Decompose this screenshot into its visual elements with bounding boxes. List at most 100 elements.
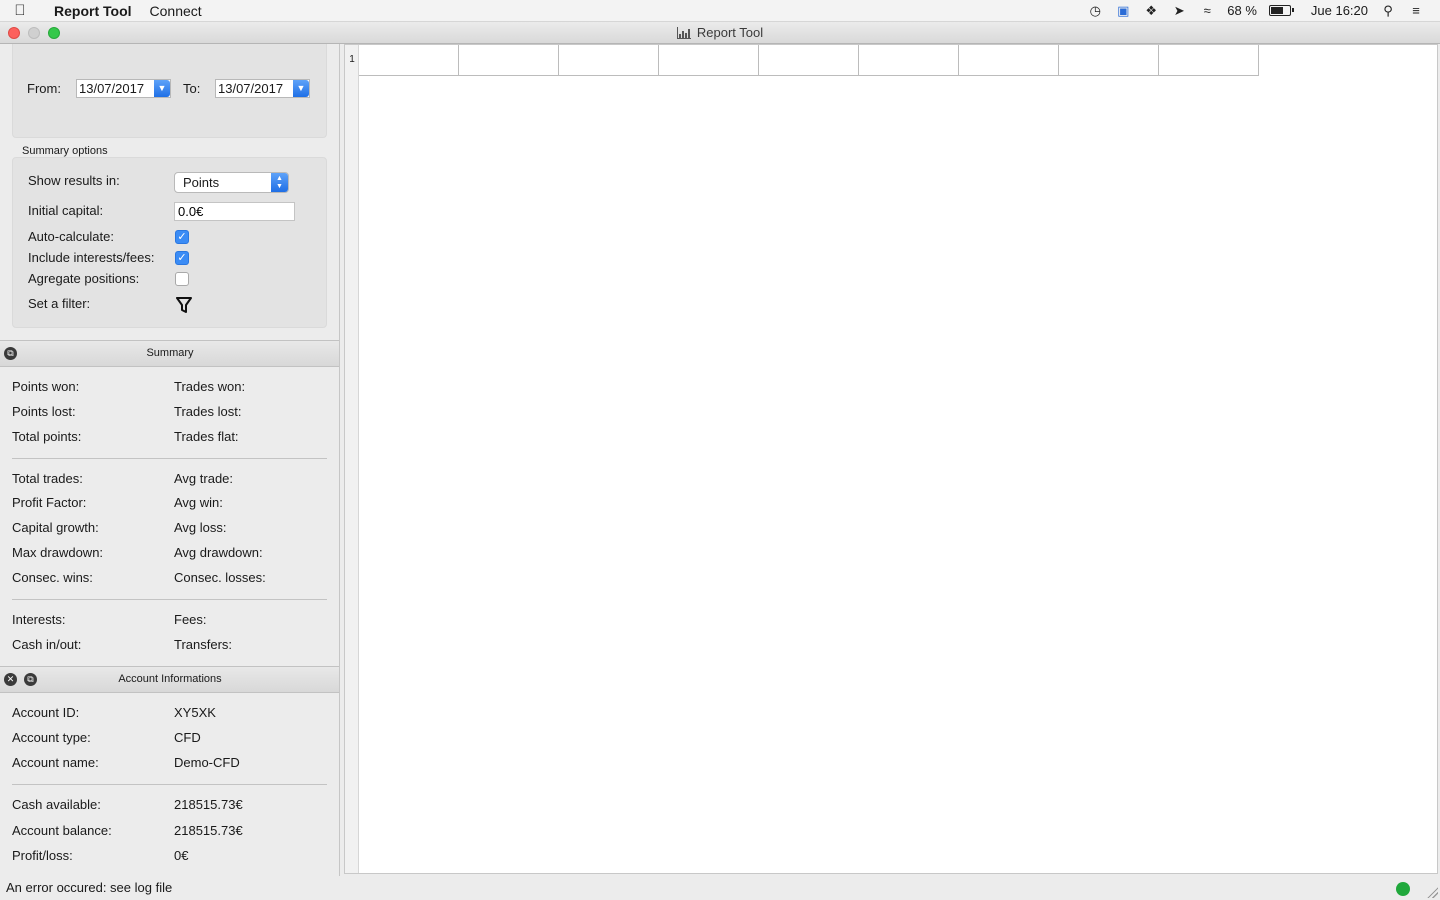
show-results-value: Points: [183, 175, 220, 190]
chevron-down-icon[interactable]: ▼: [293, 80, 309, 97]
total-points-label: Total points:: [12, 429, 82, 444]
resize-grip-icon[interactable]: [1426, 886, 1438, 898]
location-icon[interactable]: ➤: [1171, 3, 1187, 19]
account-balance-value: 218515.73€: [174, 823, 243, 838]
avg-drawdown-label: Avg drawdown:: [174, 545, 263, 560]
grid-cell[interactable]: [359, 45, 459, 76]
row-header-column: 1: [345, 45, 359, 873]
close-icon[interactable]: ✕: [4, 673, 17, 686]
cash-in-out-label: Cash in/out:: [12, 637, 82, 652]
account-id-label: Account ID:: [12, 705, 80, 720]
grid-cell[interactable]: [659, 45, 759, 76]
account-name-label: Account name:: [12, 755, 99, 770]
account-type-label: Account type:: [12, 730, 91, 745]
grid-cell[interactable]: [1059, 45, 1159, 76]
list-icon[interactable]: ≡: [1408, 3, 1424, 19]
status-area: ◷ ▣ ❖ ➤ ≈ 68 % Jue 16:20 ⚲ ≡: [1087, 3, 1440, 19]
aggregate-positions-label: Agregate positions:: [28, 271, 140, 286]
sidebar: From: 13/07/2017 ▼ To: 13/07/2017 ▼ Summ…: [0, 44, 340, 876]
profit-loss-label: Profit/loss:: [12, 848, 73, 863]
wifi-icon[interactable]: ≈: [1199, 3, 1215, 19]
set-filter-label: Set a filter:: [28, 296, 91, 311]
grid-cell[interactable]: [859, 45, 959, 76]
status-bar: An error occured: see log file: [0, 876, 1440, 900]
window-title-text: Report Tool: [696, 25, 764, 40]
to-date-value: 13/07/2017: [218, 81, 284, 96]
cash-available-value: 218515.73€: [174, 797, 243, 812]
summary-title: Summary: [146, 347, 194, 359]
auto-calculate-checkbox[interactable]: ✓: [175, 230, 189, 244]
summary-options-title: Summary options: [22, 145, 108, 157]
app-menu[interactable]: Report Tool: [54, 3, 132, 19]
chart-icon: [676, 26, 691, 39]
grid-cell[interactable]: [959, 45, 1059, 76]
profit-factor-label: Profit Factor:: [12, 495, 87, 510]
chevron-down-icon[interactable]: ▼: [154, 80, 170, 97]
interests-label: Interests:: [12, 612, 66, 627]
window-controls: [8, 27, 60, 39]
filter-icon[interactable]: [176, 296, 192, 314]
zoom-window-button[interactable]: [48, 27, 60, 39]
account-type-value: CFD: [174, 730, 201, 745]
from-date-value: 13/07/2017: [79, 81, 145, 96]
profit-loss-value: 0€: [174, 848, 189, 863]
auto-calculate-label: Auto-calculate:: [28, 229, 114, 244]
apple-icon[interactable]: : [0, 2, 40, 19]
updown-arrows-icon[interactable]: ▲ ▼: [271, 173, 288, 192]
sync-icon[interactable]: ▣: [1115, 3, 1131, 19]
points-won-label: Points won:: [12, 379, 80, 394]
search-icon[interactable]: ⚲: [1380, 3, 1396, 19]
divider: [12, 784, 327, 785]
summary-options-panel: Show results in: Points ▲ ▼ Initial capit…: [12, 157, 327, 328]
minimize-window-button[interactable]: [28, 27, 40, 39]
grid-cell[interactable]: [559, 45, 659, 76]
grid-cell[interactable]: [459, 45, 559, 76]
account-name-value: Demo-CFD: [174, 755, 240, 770]
report-grid[interactable]: 1: [344, 44, 1438, 874]
account-informations-header[interactable]: ✕ ⧉ Account Informations: [0, 666, 339, 693]
to-date-picker[interactable]: 13/07/2017 ▼: [215, 79, 310, 98]
grid-cell[interactable]: [759, 45, 859, 76]
battery-icon[interactable]: [1268, 5, 1294, 16]
initial-capital-input[interactable]: [174, 202, 295, 221]
cash-available-label: Cash available:: [12, 797, 101, 812]
total-trades-label: Total trades:: [12, 471, 83, 486]
include-fees-label: Include interests/fees:: [28, 250, 155, 265]
dropbox-icon[interactable]: ❖: [1143, 3, 1159, 19]
detach-icon[interactable]: ⧉: [4, 347, 17, 360]
from-label: From:: [27, 81, 61, 96]
fees-label: Fees:: [174, 612, 207, 627]
transfers-label: Transfers:: [174, 637, 233, 652]
window-title-bar: Report Tool: [0, 22, 1440, 44]
divider: [12, 458, 327, 459]
clock[interactable]: Jue 16:20: [1311, 3, 1368, 18]
menu-bar:  Report Tool Connect ◷ ▣ ❖ ➤ ≈ 68 % Jue…: [0, 0, 1440, 22]
show-results-select[interactable]: Points ▲ ▼: [174, 172, 289, 193]
table-row: [359, 45, 1259, 76]
date-range-panel: From: 13/07/2017 ▼ To: 13/07/2017 ▼: [12, 44, 327, 138]
consec-losses-label: Consec. losses:: [174, 570, 266, 585]
initial-capital-label: Initial capital:: [28, 203, 104, 218]
avg-win-label: Avg win:: [174, 495, 223, 510]
summary-header[interactable]: ⧉ Summary: [0, 340, 339, 367]
detach-icon[interactable]: ⧉: [24, 673, 37, 686]
connect-menu[interactable]: Connect: [150, 3, 202, 19]
avg-loss-label: Avg loss:: [174, 520, 227, 535]
window-title: Report Tool: [676, 25, 764, 40]
from-date-picker[interactable]: 13/07/2017 ▼: [76, 79, 171, 98]
battery-fill: [1270, 7, 1284, 14]
points-lost-label: Points lost:: [12, 404, 76, 419]
close-window-button[interactable]: [8, 27, 20, 39]
consec-wins-label: Consec. wins:: [12, 570, 93, 585]
aggregate-positions-checkbox[interactable]: [175, 272, 189, 286]
max-drawdown-label: Max drawdown:: [12, 545, 104, 560]
avg-trade-label: Avg trade:: [174, 471, 234, 486]
grid-cell[interactable]: [1159, 45, 1259, 76]
status-message[interactable]: An error occured: see log file: [6, 880, 172, 895]
include-fees-checkbox[interactable]: ✓: [175, 251, 189, 265]
battery-percentage: 68 %: [1227, 3, 1257, 18]
trades-flat-label: Trades flat:: [174, 429, 239, 444]
time-machine-icon[interactable]: ◷: [1087, 3, 1103, 19]
row-number[interactable]: 1: [345, 54, 359, 65]
trades-lost-label: Trades lost:: [174, 404, 242, 419]
